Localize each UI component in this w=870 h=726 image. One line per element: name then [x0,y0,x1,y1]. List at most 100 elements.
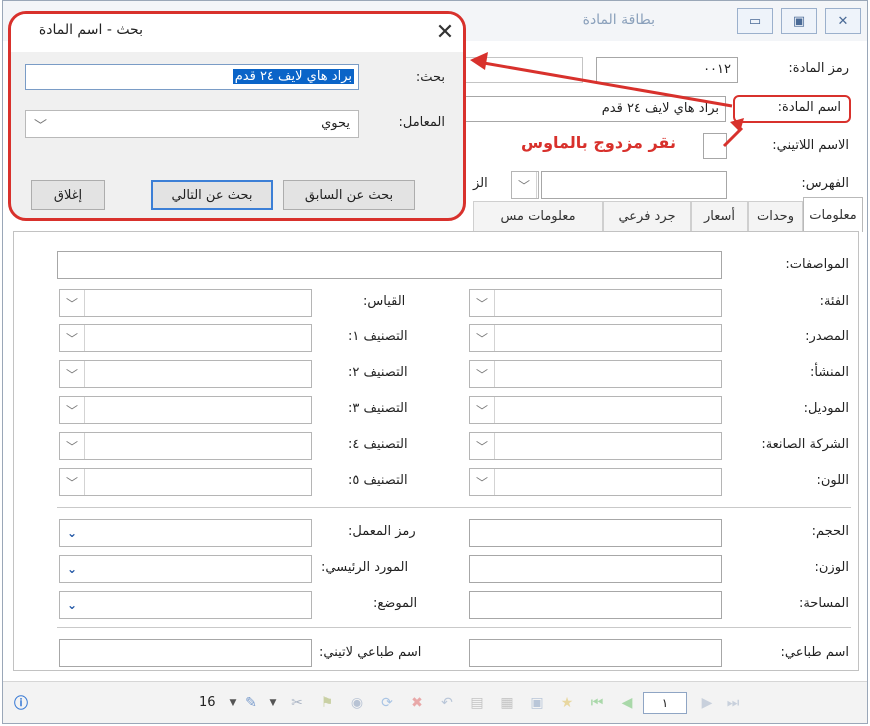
size-combo[interactable]: ﹀ [59,289,312,317]
undo-icon[interactable]: ↶ [439,695,455,711]
latin-name-label: الاسم اللاتيني: [772,138,849,153]
chevron-down-icon: ﹀ [470,325,495,351]
volume-label: الحجم: [811,524,849,539]
source-combo[interactable]: ﹀ [469,324,722,352]
chevron-down-icon: ﹀ [60,469,85,495]
window-close-icon[interactable]: ✕ [825,8,861,34]
window-minimize-icon[interactable]: ▭ [737,8,773,34]
view-icon[interactable]: ◉ [349,695,365,711]
record-number-field[interactable]: ١ [643,692,687,714]
class3-label: التصنيف ٣: [348,401,408,416]
class1-label: التصنيف ١: [348,329,408,344]
info-icon[interactable]: ⓘ [13,696,29,712]
factory-code-combo[interactable]: ⌄ [59,519,312,547]
model-combo[interactable]: ﹀ [469,396,722,424]
chevron-down-icon: ﹀ [470,433,495,459]
tab-sub-inventory[interactable]: جرد فرعي [603,201,691,231]
first-record-icon[interactable]: ⏮ [589,695,605,711]
latin-name-field[interactable] [703,133,727,159]
attach-icon[interactable]: ✂ [289,695,305,711]
source-label: المصدر: [805,329,849,344]
delete-icon[interactable]: ✖ [409,695,425,711]
print-latin-field[interactable] [59,639,312,667]
origin-combo[interactable]: ﹀ [469,360,722,388]
class2-combo[interactable]: ﹀ [59,360,312,388]
tag-icon[interactable]: ✎ [243,695,259,711]
name-label: اسم المادة: [777,100,841,115]
class3-combo[interactable]: ﹀ [59,396,312,424]
manufacturer-label: الشركة الصانعة: [761,437,849,452]
next-record-icon[interactable]: ▶ [699,695,715,711]
location-combo[interactable]: ⌄ [59,591,312,619]
chevron-down-icon: ﹀ [470,361,495,387]
save-icon[interactable]: ▣ [529,695,545,711]
weight-field[interactable] [469,555,722,583]
chevron-down-icon: ⌄ [66,526,78,540]
copy-icon[interactable]: ▤ [469,695,485,711]
operator-label: المعامل: [398,115,445,130]
volume-field[interactable] [469,519,722,547]
chevron-down-icon: ﹀ [60,361,85,387]
filter-icon[interactable]: ⚑ [319,695,335,711]
chevron-down-icon: ⌄ [66,562,78,576]
tab-more-info[interactable]: معلومات مس [473,201,603,231]
index-combo[interactable]: ﹀ [511,171,539,199]
class4-label: التصنيف ٤: [348,437,408,452]
close-button[interactable]: إغلاق [31,180,105,210]
caret-down-icon[interactable]: ▼ [265,696,281,710]
record-number: ١ [661,696,669,710]
print-name-label: اسم طباعي: [780,645,850,660]
main-supplier-combo[interactable]: ⌄ [59,555,312,583]
find-previous-button[interactable]: بحث عن السابق [283,180,415,210]
specs-field[interactable] [57,251,722,279]
location-label: الموضع: [373,596,418,611]
index-label: الفهرس: [801,176,849,191]
chevron-down-icon: ﹀ [34,119,48,134]
class5-combo[interactable]: ﹀ [59,468,312,496]
search-input[interactable]: براد هاي لايف ٢٤ قدم [25,64,359,90]
code-field[interactable]: ٠٠١٢ [596,57,738,83]
window-title: بطاقة المادة [582,12,655,28]
prev-record-icon[interactable]: ◀ [619,695,635,711]
class1-combo[interactable]: ﹀ [59,324,312,352]
name-field[interactable]: براد هاي لايف ٢٤ قدم [461,96,726,122]
code-value: ٠٠١٢ [703,62,731,77]
chevron-down-icon: ﹀ [470,397,495,423]
manufacturer-combo[interactable]: ﹀ [469,432,722,460]
caret-down-icon[interactable]: ▼ [225,696,241,710]
factory-code-label: رمز المعمل: [348,524,416,539]
chevron-down-icon: ﹀ [60,325,85,351]
print-name-field[interactable] [469,639,722,667]
tab-info[interactable]: معلومات [803,197,863,232]
paste-icon[interactable]: ▦ [499,695,515,711]
model-label: الموديل: [803,401,849,416]
refresh-icon[interactable]: ⟳ [379,695,395,711]
weight-label: الوزن: [814,560,850,575]
star-icon[interactable]: ★ [559,695,575,711]
class4-combo[interactable]: ﹀ [59,432,312,460]
chevron-down-icon: ﹀ [60,397,85,423]
page-size-value[interactable]: 16 [199,695,216,710]
window-maximize-icon[interactable]: ▣ [781,8,817,34]
last-record-icon[interactable]: ⏭ [725,695,741,711]
category-combo[interactable]: ﹀ [469,289,722,317]
find-next-button[interactable]: بحث عن التالي [151,180,273,210]
close-icon[interactable]: ✕ [431,18,459,46]
search-label: بحث: [415,70,445,85]
chevron-down-icon: ﹀ [60,290,85,316]
chevron-down-icon: ﹀ [470,469,495,495]
chevron-down-icon: ﹀ [60,433,85,459]
size-label: القياس: [363,294,406,309]
code-extra-field[interactable] [461,57,583,83]
area-label: المساحة: [798,596,849,611]
code-label: رمز المادة: [788,61,849,76]
annotation-text: نقر مزدوج بالماوس [521,133,676,152]
color-combo[interactable]: ﹀ [469,468,722,496]
operator-combo[interactable]: يحوي ﹀ [25,110,359,138]
name-value: براد هاي لايف ٢٤ قدم [601,101,719,116]
area-field[interactable] [469,591,722,619]
tab-prices[interactable]: أسعار [691,201,748,231]
index-field[interactable] [541,171,727,199]
tab-units[interactable]: وحدات [748,201,803,231]
origin-label: المنشأ: [810,365,849,380]
